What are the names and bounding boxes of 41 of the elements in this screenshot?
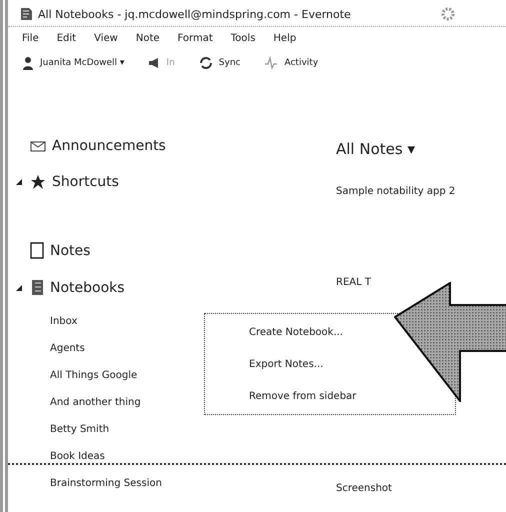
account-menu[interactable]: Juanita McDowell ▾ xyxy=(40,58,124,68)
arrow-icon xyxy=(394,282,506,402)
notebook-item[interactable]: All Things Google xyxy=(50,370,138,381)
notebook-item[interactable]: Book Ideas xyxy=(50,451,105,462)
sidebar-item[interactable]: Shortcuts xyxy=(52,174,119,190)
sync-icon xyxy=(198,56,213,70)
menu-item[interactable]: Create Notebook... xyxy=(249,326,343,338)
notebook-icon xyxy=(30,279,44,296)
sidebar-item[interactable]: Notebooks xyxy=(50,280,125,296)
note-title[interactable]: REAL T xyxy=(336,277,456,288)
sidebar-item[interactable]: Notes xyxy=(50,242,90,258)
note-title[interactable]: Sample notability app 2 xyxy=(336,186,456,197)
note-icon xyxy=(30,242,44,259)
activity-button[interactable]: Activity xyxy=(284,58,318,68)
menu-item[interactable]: File xyxy=(22,33,39,44)
expanded-icon[interactable] xyxy=(16,284,22,290)
notes-heading[interactable]: All Notes ▾ xyxy=(336,140,456,158)
person-icon xyxy=(22,56,34,70)
menu-item[interactable]: Tools xyxy=(230,33,256,44)
note-title[interactable]: Screenshot xyxy=(336,483,456,494)
notebook-item[interactable]: Brainstorming Session xyxy=(50,478,162,489)
notebook-item[interactable]: And another thing xyxy=(50,397,141,408)
activity-icon xyxy=(264,56,278,70)
menu-item[interactable]: Format xyxy=(178,33,213,44)
sync-button[interactable]: Sync xyxy=(218,58,240,68)
menu-item[interactable]: View xyxy=(94,33,118,44)
notebook-item[interactable]: Betty Smith xyxy=(50,424,110,435)
notebook-item[interactable]: Agents xyxy=(50,343,85,354)
expanded-icon[interactable] xyxy=(16,179,22,185)
menu-item[interactable]: Help xyxy=(273,33,296,44)
menu-item[interactable]: Remove from sidebar xyxy=(249,390,356,402)
menu-item[interactable]: Note xyxy=(136,33,160,44)
menu-item[interactable]: Export Notes... xyxy=(249,358,324,370)
sidebar-item[interactable]: Announcements xyxy=(52,138,166,154)
window-title: All Notebooks - jq.mcdowell@mindspring.com - Evernote xyxy=(38,8,351,20)
envelope-icon xyxy=(30,140,46,152)
star-icon xyxy=(30,174,46,190)
megaphone-icon xyxy=(148,57,160,69)
notebook-item[interactable]: Inbox xyxy=(50,316,78,327)
menu-item[interactable]: Edit xyxy=(56,33,76,44)
app-icon xyxy=(18,6,34,22)
